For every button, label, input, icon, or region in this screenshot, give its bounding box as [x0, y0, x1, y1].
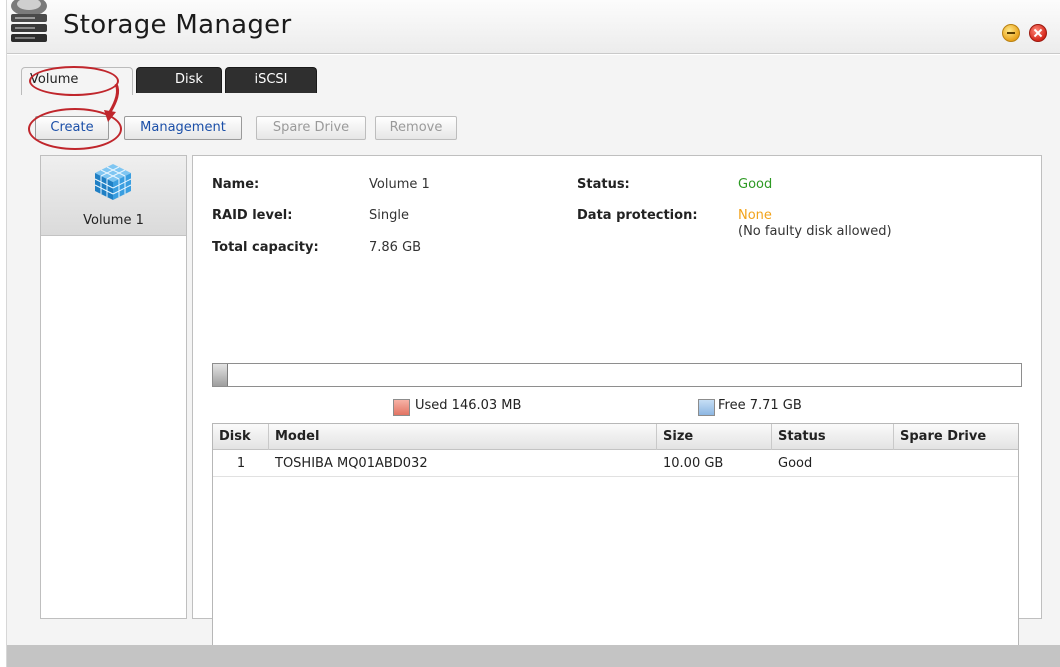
- tab-iscsi-label: iSCSI: [254, 72, 288, 87]
- usage-bar: [212, 363, 1022, 387]
- table-row[interactable]: 1 TOSHIBA MQ01ABD032 10.00 GB Good: [213, 451, 1018, 477]
- status-label: Status:: [577, 177, 630, 192]
- storage-manager-icon: [11, 0, 47, 42]
- title-bar: Storage Manager: [7, 0, 1060, 54]
- volume-list: Volume 1: [40, 155, 187, 619]
- volume-list-item[interactable]: Volume 1: [41, 156, 186, 236]
- content-area: Volume Disk iSCSI Create Management Spar…: [7, 55, 1060, 663]
- column-header-model[interactable]: Model: [269, 424, 657, 450]
- create-button[interactable]: Create: [35, 116, 109, 140]
- used-legend-swatch: [393, 399, 410, 416]
- cell-model: TOSHIBA MQ01ABD032: [275, 456, 428, 471]
- cell-disk: 1: [236, 456, 246, 471]
- data-protection-note: (No faulty disk allowed): [738, 224, 892, 239]
- close-button[interactable]: [1029, 24, 1047, 42]
- volume-list-item-label: Volume 1: [83, 213, 144, 228]
- tab-disk[interactable]: Disk: [136, 67, 222, 93]
- management-button[interactable]: Management: [124, 116, 242, 140]
- spare-drive-button[interactable]: Spare Drive: [256, 116, 366, 140]
- minimize-button[interactable]: [1002, 24, 1020, 42]
- tab-volume[interactable]: Volume: [21, 67, 133, 95]
- status-value: Good: [738, 177, 773, 192]
- free-legend-label: Free 7.71 GB: [718, 398, 802, 413]
- name-label: Name:: [212, 177, 260, 192]
- data-protection-label: Data protection:: [577, 208, 698, 223]
- tab-volume-label: Volume: [30, 72, 79, 87]
- storage-manager-window: Storage Manager Volume Disk iSCSI Create…: [6, 0, 1060, 667]
- column-header-disk[interactable]: Disk: [213, 424, 269, 450]
- volume-cube-icon: [94, 164, 132, 200]
- cell-spare-drive: [894, 451, 1018, 477]
- used-legend-label: Used 146.03 MB: [415, 398, 522, 413]
- window-title: Storage Manager: [63, 10, 292, 40]
- column-header-status[interactable]: Status: [772, 424, 894, 450]
- raid-level-label: RAID level:: [212, 208, 293, 223]
- column-header-size[interactable]: Size: [657, 424, 772, 450]
- data-protection-value: None: [738, 208, 772, 223]
- tab-disk-label: Disk: [175, 72, 203, 87]
- cell-status: Good: [778, 456, 813, 471]
- volume-details-panel: Name: Volume 1 RAID level: Single Total …: [192, 155, 1042, 663]
- tab-iscsi[interactable]: iSCSI: [225, 67, 317, 93]
- cell-size: 10.00 GB: [663, 456, 724, 471]
- name-value: Volume 1: [369, 177, 430, 192]
- column-header-spare-drive[interactable]: Spare Drive: [894, 424, 1018, 450]
- total-capacity-value: 7.86 GB: [369, 240, 422, 255]
- total-capacity-label: Total capacity:: [212, 240, 319, 255]
- free-legend-swatch: [698, 399, 715, 416]
- disk-table: Disk Model Size Status Spare Drive 1 TOS…: [212, 423, 1019, 663]
- disk-table-header: Disk Model Size Status Spare Drive: [213, 424, 1018, 450]
- usage-bar-fill: [213, 364, 228, 386]
- bottom-bar: [7, 645, 1060, 667]
- remove-button[interactable]: Remove: [375, 116, 457, 140]
- raid-level-value: Single: [369, 208, 409, 223]
